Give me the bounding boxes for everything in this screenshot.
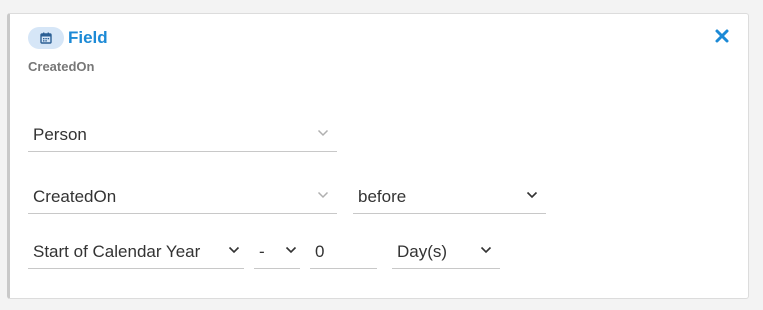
amount-input[interactable]: 0 [310,235,377,269]
chevron-down-icon [526,191,538,199]
amount-input-value: 0 [315,241,325,261]
entity-select[interactable]: Person [28,118,337,152]
calendar-icon [28,27,64,49]
operator-select[interactable]: before [353,180,546,214]
chevron-down-icon [228,246,240,254]
card-subtitle: CreatedOn [28,59,95,74]
filter-card: Field CreatedOn Person CreatedOn before … [7,13,749,299]
close-icon[interactable] [714,28,730,44]
date-anchor-select[interactable]: Start of Calendar Year [28,235,244,269]
unit-select-value: Day(s) [397,241,448,261]
card-title: Field [68,28,108,47]
operator-select-value: before [358,186,407,206]
field-select[interactable]: CreatedOn [28,180,337,214]
chevron-down-icon [317,191,329,199]
chevron-down-icon [317,129,329,137]
card-header: Field [28,27,108,49]
field-select-value: CreatedOn [33,186,117,206]
chevron-down-icon [480,246,492,254]
unit-select[interactable]: Day(s) [392,235,500,269]
sign-select[interactable]: - [254,235,300,269]
chevron-down-icon [285,246,297,254]
sign-select-value: - [259,241,265,261]
entity-select-value: Person [33,124,87,144]
date-anchor-value: Start of Calendar Year [33,241,201,261]
